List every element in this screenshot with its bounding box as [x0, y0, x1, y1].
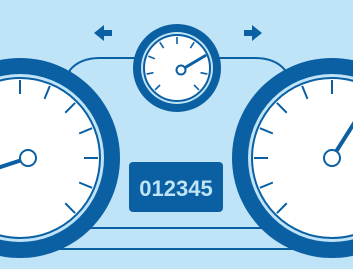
- center-gauge: [133, 24, 221, 112]
- odometer-reading: 012345: [139, 176, 212, 201]
- left-gauge-hub: [19, 149, 37, 167]
- dashboard-panel: 012345: [0, 0, 353, 269]
- dashboard-illustration: 012345: [0, 0, 353, 269]
- center-gauge-hub: [175, 64, 187, 76]
- odometer: 012345: [129, 162, 223, 212]
- right-gauge-hub: [323, 149, 341, 167]
